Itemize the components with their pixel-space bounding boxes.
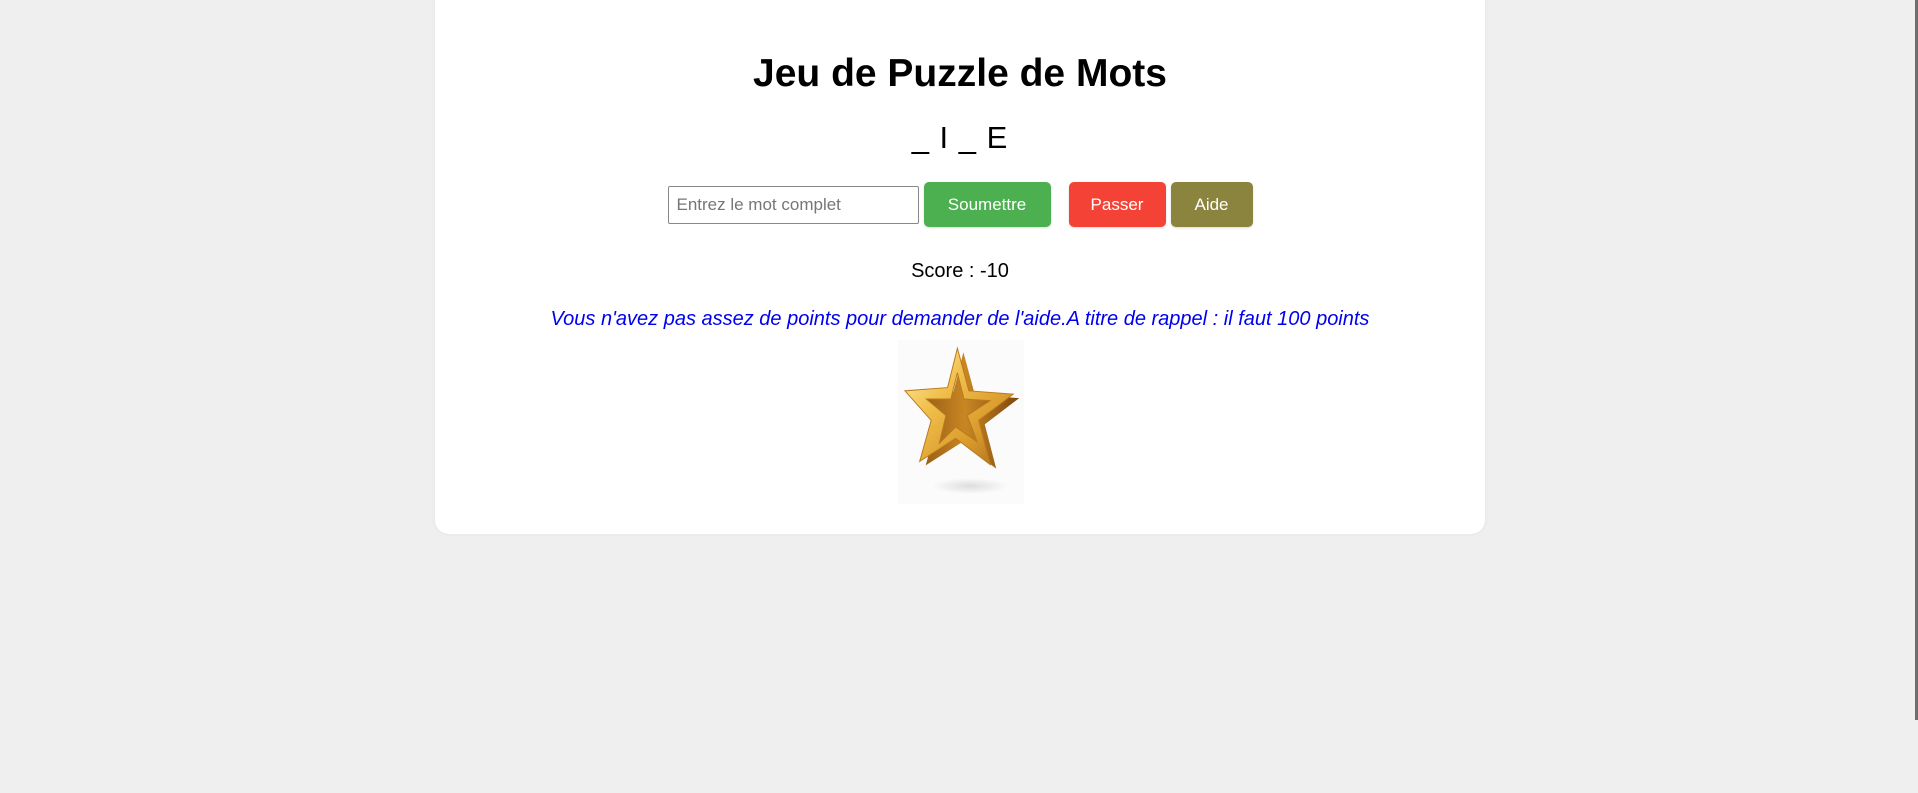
help-button[interactable]: Aide [1170,182,1253,227]
submit-button[interactable]: Soumettre [923,182,1051,227]
help-warning-message: Vous n'avez pas assez de points pour dem… [550,308,1370,330]
skip-button[interactable]: Passer [1068,182,1166,227]
puzzle-word: _ I _ E [911,120,1009,155]
word-input[interactable] [667,185,919,224]
page-viewport: Jeu de Puzzle de Mots _ I _ E Soumettre … [0,0,1918,793]
game-card: Jeu de Puzzle de Mots _ I _ E Soumettre … [435,0,1485,534]
page-title: Jeu de Puzzle de Mots [753,52,1167,95]
answer-controls: Soumettre Passer Aide [435,182,1485,227]
star-icon [903,346,1020,494]
score-display: Score : -10 [911,260,1009,282]
star-image [898,340,1024,504]
